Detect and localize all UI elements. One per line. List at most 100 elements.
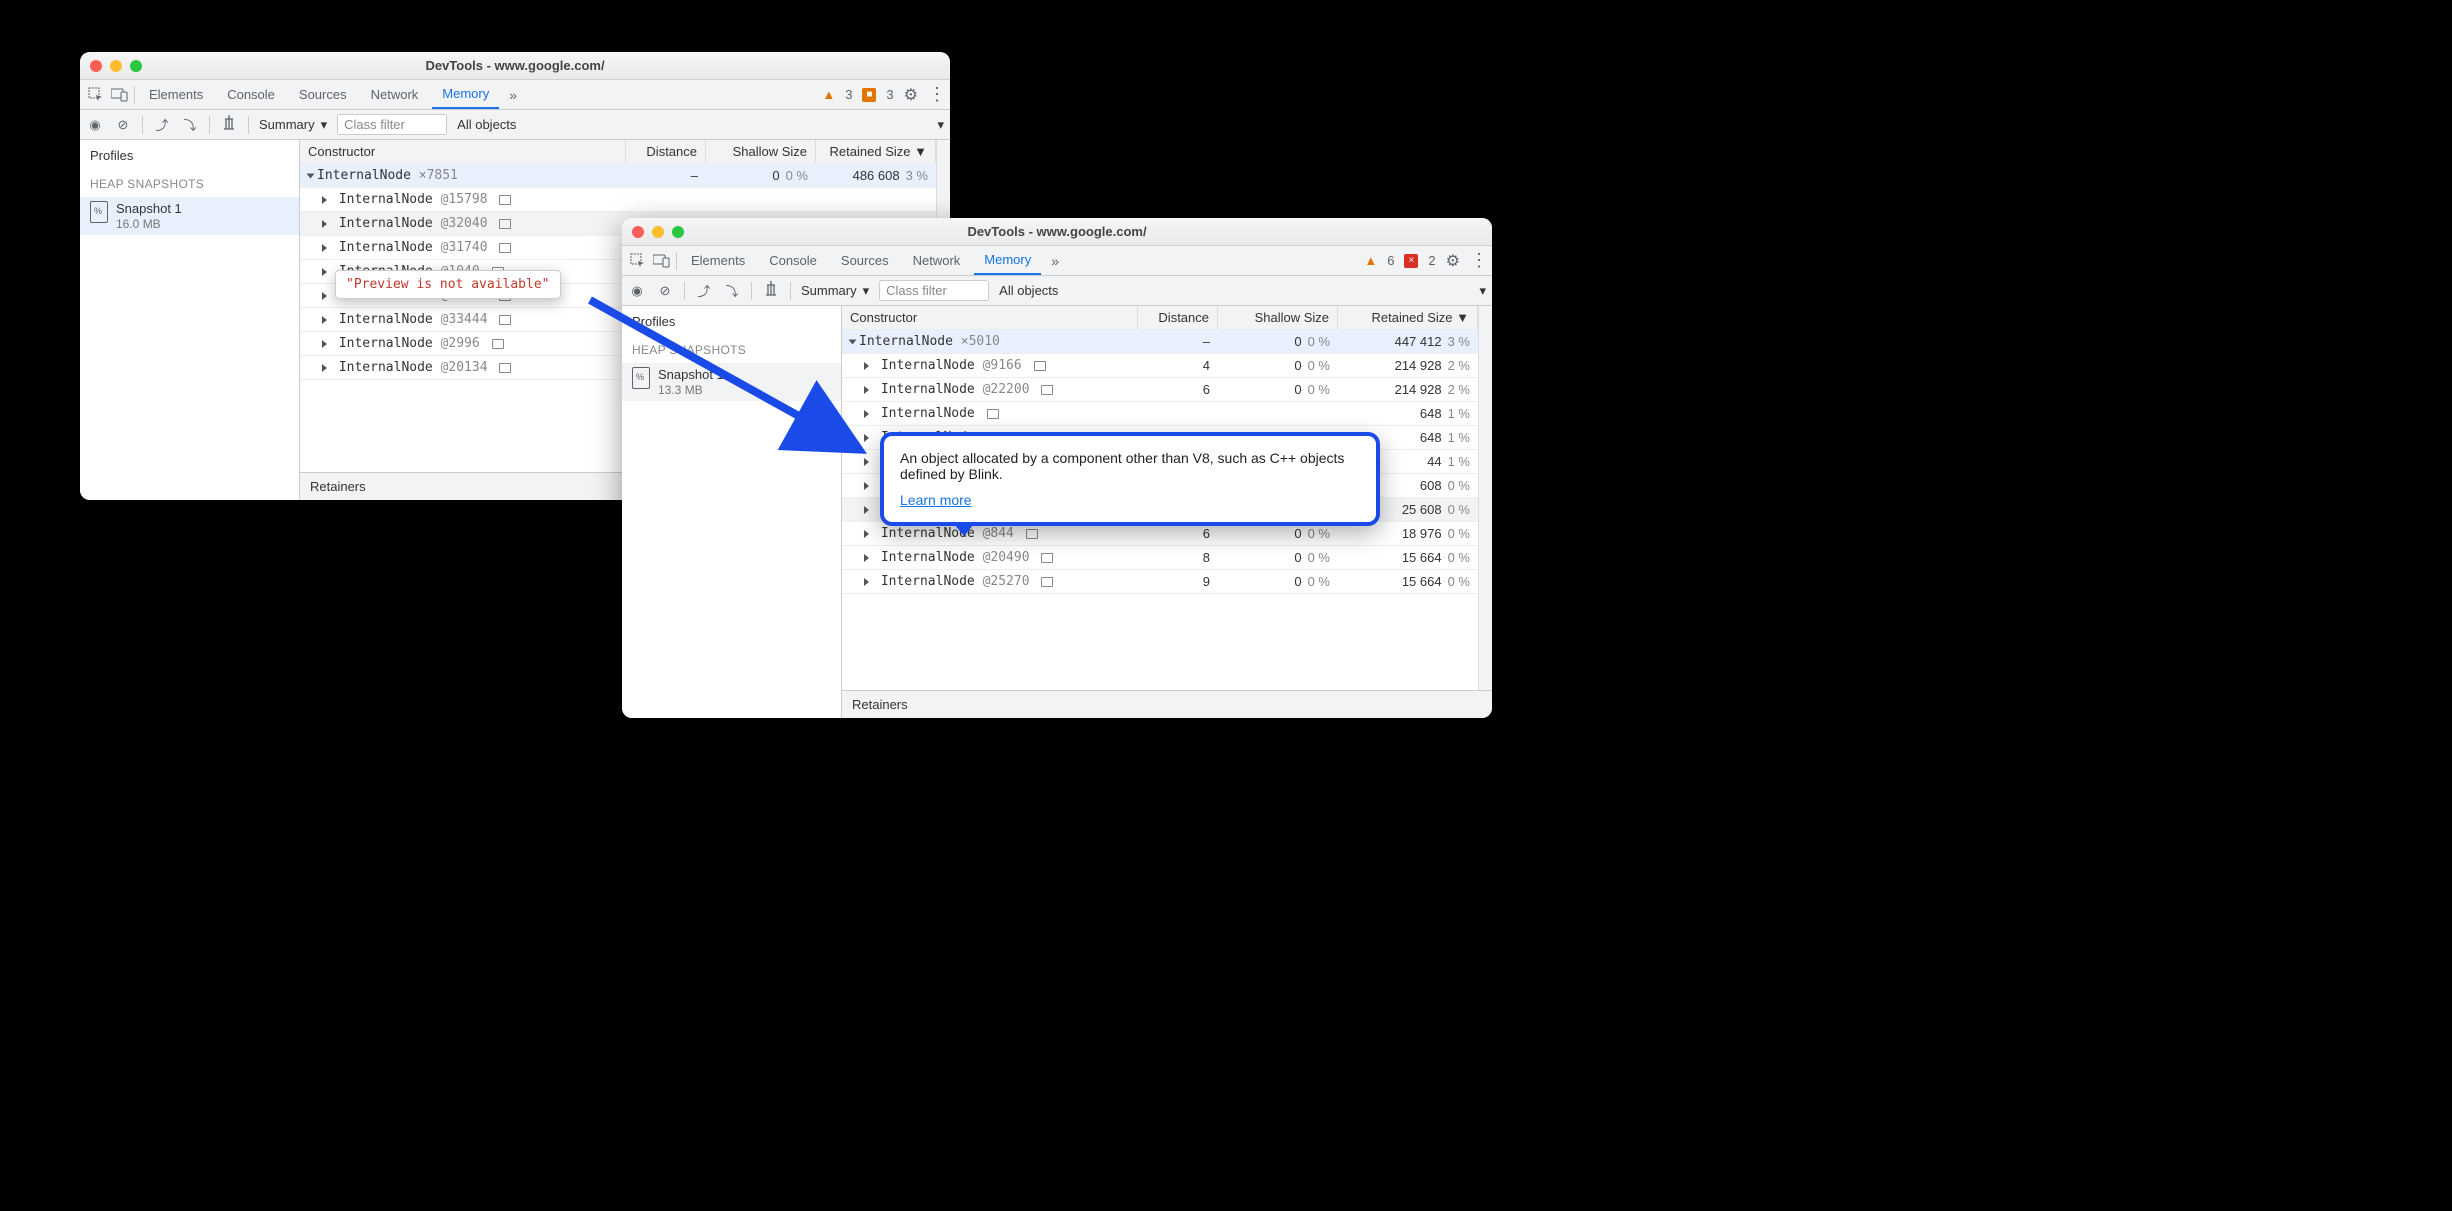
titlebar[interactable]: DevTools - www.google.com/	[80, 52, 950, 80]
settings-gear-icon[interactable]: ⚙	[904, 85, 918, 105]
maximize-icon[interactable]	[130, 60, 142, 72]
maximize-icon[interactable]	[672, 226, 684, 238]
traffic-lights[interactable]	[90, 60, 142, 72]
error-icon[interactable]: ×	[1404, 254, 1418, 268]
kebab-menu-icon[interactable]: ⋮	[1470, 250, 1486, 271]
col-distance[interactable]: Distance	[1138, 306, 1218, 329]
object-row[interactable]: InternalNode @25270 9 00 % 15 6640 %	[842, 570, 1478, 594]
expand-toggle-icon[interactable]	[864, 482, 869, 490]
expand-toggle-icon[interactable]	[322, 340, 327, 348]
expand-toggle-icon[interactable]	[307, 173, 315, 178]
minimize-icon[interactable]	[110, 60, 122, 72]
tab-sources[interactable]: Sources	[289, 81, 357, 108]
inspect-icon[interactable]	[86, 87, 106, 103]
col-shallow[interactable]: Shallow Size	[706, 140, 816, 163]
expand-toggle-icon[interactable]	[864, 386, 869, 394]
export-icon[interactable]: ⤴	[695, 281, 713, 300]
expand-toggle-icon[interactable]	[322, 244, 327, 252]
grid-header[interactable]: Constructor Distance Shallow Size Retain…	[842, 306, 1478, 330]
retainers-panel-header[interactable]: Retainers	[842, 690, 1492, 718]
scrollbar[interactable]	[1478, 306, 1492, 690]
object-row[interactable]: InternalNode @9166 4 00 % 214 9282 %	[842, 354, 1478, 378]
chevron-down-icon[interactable]: ▾	[1479, 283, 1486, 299]
tooltip-text: An object allocated by a component other…	[900, 450, 1360, 482]
constructor-row[interactable]: InternalNode ×7851 – 00 % 486 6083 %	[300, 164, 936, 188]
snapshot-item[interactable]: Snapshot 1 13.3 MB	[622, 363, 841, 401]
tab-console[interactable]: Console	[759, 247, 827, 274]
constructor-row[interactable]: InternalNode ×5010 – 00 % 447 4123 %	[842, 330, 1478, 354]
expand-toggle-icon[interactable]	[864, 458, 869, 466]
class-filter-input[interactable]: Class filter	[879, 280, 989, 301]
profiles-sidebar: Profiles HEAP SNAPSHOTS Snapshot 1 16.0 …	[80, 140, 300, 500]
expand-toggle-icon[interactable]	[864, 506, 869, 514]
close-icon[interactable]	[632, 226, 644, 238]
col-retained[interactable]: Retained Size ▼	[816, 140, 936, 163]
object-row[interactable]: InternalNode @15798	[300, 188, 936, 212]
object-row[interactable]: InternalNode @22200 6 00 % 214 9282 %	[842, 378, 1478, 402]
device-toggle-icon[interactable]	[652, 254, 672, 268]
expand-toggle-icon[interactable]	[322, 316, 327, 324]
traffic-lights[interactable]	[632, 226, 684, 238]
tab-network[interactable]: Network	[361, 81, 429, 108]
col-constructor[interactable]: Constructor	[842, 306, 1138, 329]
record-icon[interactable]: ◉	[628, 283, 646, 299]
snapshot-item[interactable]: Snapshot 1 16.0 MB	[80, 197, 299, 235]
import-icon[interactable]: ⤵	[181, 115, 199, 134]
view-select[interactable]: Summary ▾	[801, 283, 869, 299]
grid-header[interactable]: Constructor Distance Shallow Size Retain…	[300, 140, 936, 164]
expand-toggle-icon[interactable]	[864, 410, 869, 418]
garbage-collect-icon[interactable]	[220, 115, 238, 134]
object-row[interactable]: InternalNode @20490 8 00 % 15 6640 %	[842, 546, 1478, 570]
chevron-down-icon[interactable]: ▾	[937, 117, 944, 133]
expand-toggle-icon[interactable]	[864, 362, 869, 370]
titlebar[interactable]: DevTools - www.google.com/	[622, 218, 1492, 246]
warning-icon[interactable]: ▲	[822, 87, 835, 102]
expand-toggle-icon[interactable]	[864, 434, 869, 442]
clear-icon[interactable]: ⊘	[114, 117, 132, 133]
clear-icon[interactable]: ⊘	[656, 283, 674, 299]
tab-elements[interactable]: Elements	[681, 247, 755, 274]
expand-toggle-icon[interactable]	[322, 364, 327, 372]
settings-gear-icon[interactable]: ⚙	[1446, 251, 1460, 271]
objects-filter[interactable]: All objects	[999, 283, 1058, 298]
inspect-icon[interactable]	[628, 253, 648, 269]
col-distance[interactable]: Distance	[626, 140, 706, 163]
tab-console[interactable]: Console	[217, 81, 285, 108]
device-toggle-icon[interactable]	[110, 88, 130, 102]
record-icon[interactable]: ◉	[86, 117, 104, 133]
more-tabs-icon[interactable]: »	[503, 87, 523, 103]
class-filter-input[interactable]: Class filter	[337, 114, 447, 135]
kebab-menu-icon[interactable]: ⋮	[928, 84, 944, 105]
tab-sources[interactable]: Sources	[831, 247, 899, 274]
learn-more-link[interactable]: Learn more	[900, 492, 972, 508]
warning-icon[interactable]: ▲	[1364, 253, 1377, 268]
expand-toggle-icon[interactable]	[864, 530, 869, 538]
tab-network[interactable]: Network	[903, 247, 971, 274]
objects-filter[interactable]: All objects	[457, 117, 516, 132]
expand-toggle-icon[interactable]	[849, 339, 857, 344]
tab-memory[interactable]: Memory	[974, 246, 1041, 275]
sidebar-heap-heading: HEAP SNAPSHOTS	[80, 171, 299, 197]
view-select-label: Summary	[259, 117, 315, 132]
expand-toggle-icon[interactable]	[864, 578, 869, 586]
garbage-collect-icon[interactable]	[762, 281, 780, 300]
col-constructor[interactable]: Constructor	[300, 140, 626, 163]
expand-toggle-icon[interactable]	[864, 554, 869, 562]
col-retained[interactable]: Retained Size ▼	[1338, 306, 1478, 329]
more-tabs-icon[interactable]: »	[1045, 253, 1065, 269]
expand-toggle-icon[interactable]	[322, 220, 327, 228]
close-icon[interactable]	[90, 60, 102, 72]
expand-toggle-icon[interactable]	[322, 268, 327, 276]
import-icon[interactable]: ⤵	[723, 281, 741, 300]
tab-memory[interactable]: Memory	[432, 80, 499, 109]
col-shallow[interactable]: Shallow Size	[1218, 306, 1338, 329]
expand-toggle-icon[interactable]	[322, 292, 327, 300]
tab-elements[interactable]: Elements	[139, 81, 213, 108]
sidebar-profiles-heading: Profiles	[80, 140, 299, 171]
export-icon[interactable]: ⤴	[153, 115, 171, 134]
view-select[interactable]: Summary ▾	[259, 117, 327, 133]
object-row[interactable]: InternalNode 6481 %	[842, 402, 1478, 426]
expand-toggle-icon[interactable]	[322, 196, 327, 204]
issue-icon[interactable]: ■	[862, 88, 876, 102]
minimize-icon[interactable]	[652, 226, 664, 238]
